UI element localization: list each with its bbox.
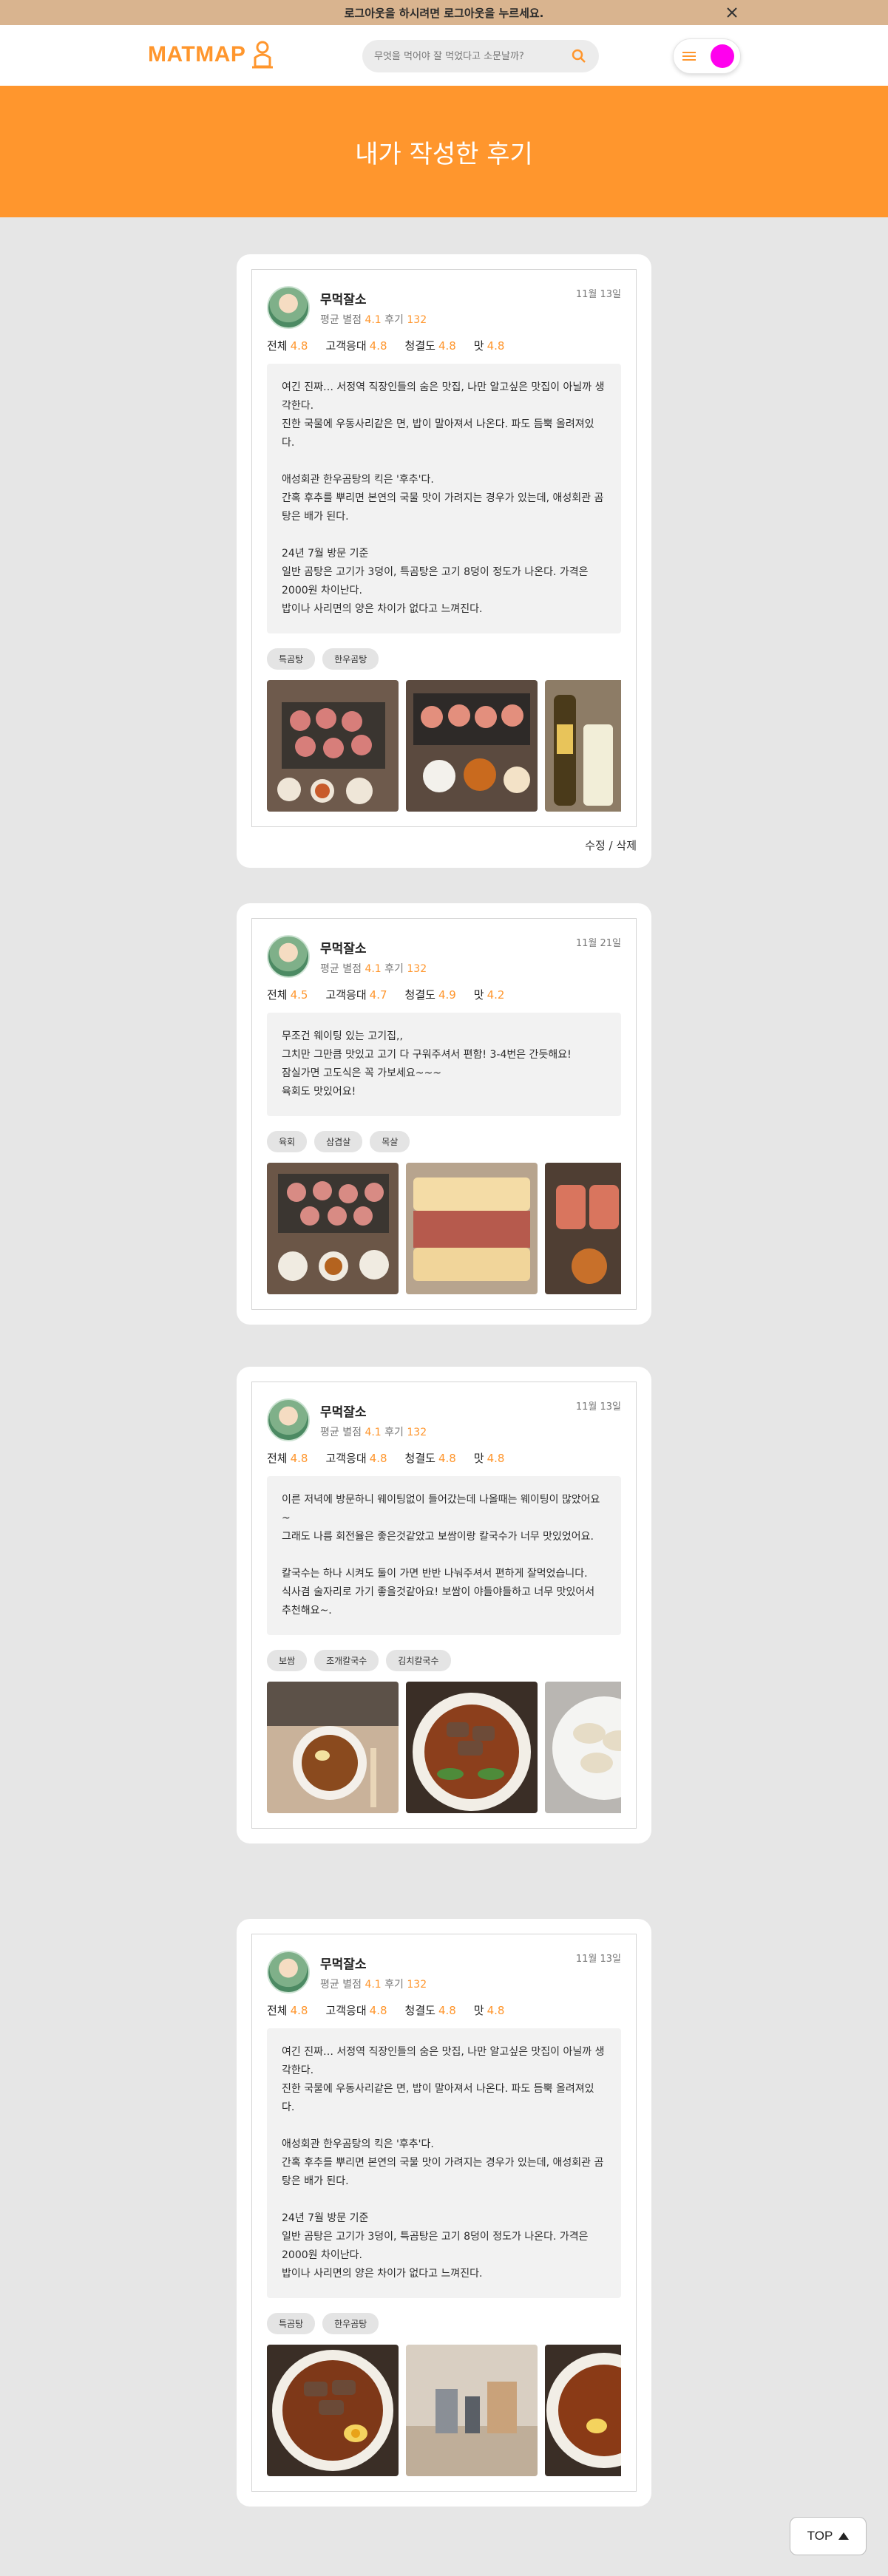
score-service: 고객응대 4.7 (325, 988, 387, 1002)
profile-avatar[interactable] (267, 935, 310, 978)
logo-text: MATMAP (148, 42, 246, 67)
review-content: 무조건 웨이팅 있는 고기집,, 그치만 그만큼 맛있고 고기 다 구워주셔서 … (267, 1013, 621, 1116)
search-icon[interactable] (571, 48, 587, 64)
site-logo[interactable]: MATMAP (148, 40, 275, 69)
scroll-to-top-button[interactable]: TOP (790, 2517, 867, 2555)
review-username[interactable]: 무먹잘소 (320, 938, 427, 956)
page-title: 내가 작성한 후기 (355, 139, 533, 169)
user-stats: 평균 별점 4.1 후기 132 (320, 1978, 427, 1991)
review-card: 무먹잘소 평균 별점 4.1 후기 132 11월 21일 전체 4.5 고객응대… (237, 903, 651, 1325)
menu-tag[interactable]: 보쌈 (267, 1650, 308, 1671)
score-service: 고객응대 4.8 (325, 1452, 387, 1465)
review-photos[interactable] (267, 1682, 621, 1813)
profile-avatar[interactable] (267, 286, 310, 329)
menu-tags: 특곰탕 한우곰탕 (267, 2313, 621, 2334)
menu-tag[interactable]: 특곰탕 (267, 2313, 316, 2334)
caret-up-icon (838, 2532, 850, 2540)
score-service: 고객응대 4.8 (325, 2004, 387, 2017)
score-total: 전체 4.5 (267, 988, 308, 1002)
grilled-meat-table-photo[interactable] (267, 680, 399, 812)
review-username[interactable]: 무먹잘소 (320, 1954, 427, 1972)
review-scores: 전체 4.8 고객응대 4.8 청결도 4.8 맛 4.8 (267, 1450, 621, 1466)
score-cleanliness: 청결도 4.8 (404, 1452, 456, 1465)
logout-notice-text: 로그아웃을 하시려면 로그아웃을 누르세요. (344, 6, 544, 20)
hamburger-menu-icon (682, 52, 696, 61)
review-card: 무먹잘소 평균 별점 4.1 후기 132 11월 13일 전체 4.8 고객응대… (237, 1919, 651, 2507)
pork-cutlet-set-photo[interactable] (545, 1163, 621, 1294)
beef-noodle-soup-photo[interactable] (406, 1682, 538, 1813)
score-total: 전체 4.8 (267, 2004, 308, 2017)
dumplings-photo[interactable] (545, 1682, 621, 1813)
review-content: 이른 저녁에 방문하니 웨이팅없이 들어갔는데 나올때는 웨이팅이 많았어요~ … (267, 1476, 621, 1635)
review-date: 11월 13일 (575, 289, 621, 300)
score-total: 전체 4.8 (267, 1452, 308, 1465)
score-service: 고객응대 4.8 (325, 339, 387, 353)
katsu-sandwich-photo[interactable] (406, 1163, 538, 1294)
beef-noodle-soup-photo[interactable] (545, 2345, 621, 2476)
review-scores: 전체 4.8 고객응대 4.8 청결도 4.8 맛 4.8 (267, 338, 621, 353)
avatar (711, 44, 734, 68)
menu-tag[interactable]: 한우곰탕 (322, 2313, 379, 2334)
review-card: 무먹잘소 평균 별점 4.1 후기 132 11월 13일 전체 4.8 고객응대… (237, 254, 651, 868)
restaurant-table-photo[interactable] (406, 2345, 538, 2476)
review-photos[interactable] (267, 680, 621, 812)
edit-button[interactable]: 수정 (585, 839, 606, 852)
menu-tag[interactable]: 육회 (267, 1131, 308, 1152)
pork-cutlet-set-photo[interactable] (406, 680, 538, 812)
menu-tags: 특곰탕 한우곰탕 (267, 648, 621, 670)
menu-tag[interactable]: 김치칼국수 (386, 1650, 451, 1671)
user-stats: 평균 별점 4.1 후기 132 (320, 962, 427, 975)
score-total: 전체 4.8 (267, 339, 308, 353)
score-taste: 맛 4.8 (473, 1452, 505, 1465)
review-scores: 전체 4.5 고객응대 4.7 청결도 4.9 맛 4.2 (267, 987, 621, 1002)
page-hero-banner: 내가 작성한 후기 (0, 86, 888, 217)
review-card: 무먹잘소 평균 별점 4.1 후기 132 11월 13일 전체 4.8 고객응대… (237, 1367, 651, 1843)
review-scores: 전체 4.8 고객응대 4.8 청결도 4.8 맛 4.8 (267, 2002, 621, 2018)
review-actions: 수정 / 삭제 (585, 839, 637, 852)
close-icon[interactable] (724, 4, 740, 21)
map-pin-person-icon (252, 41, 274, 69)
menu-tag[interactable]: 조개칼국수 (314, 1650, 379, 1671)
top-button-label: TOP (807, 2529, 833, 2543)
site-header: MATMAP (0, 25, 888, 86)
score-cleanliness: 청결도 4.8 (404, 339, 456, 353)
score-taste: 맛 4.8 (473, 2004, 505, 2017)
score-taste: 맛 4.8 (473, 339, 505, 353)
menu-tag[interactable]: 한우곰탕 (322, 648, 379, 670)
menu-tag[interactable]: 목살 (370, 1131, 410, 1152)
review-username[interactable]: 무먹잘소 (320, 1401, 427, 1420)
menu-tag[interactable]: 삼겹살 (314, 1131, 363, 1152)
search-input[interactable] (374, 50, 571, 62)
score-cleanliness: 청결도 4.8 (404, 2004, 456, 2017)
menu-tags: 보쌈 조개칼국수 김치칼국수 (267, 1650, 621, 1671)
profile-avatar[interactable] (267, 1399, 310, 1441)
logout-notice-bar: 로그아웃을 하시려면 로그아웃을 누르세요. (0, 0, 888, 25)
bottle-drinks-photo[interactable] (545, 680, 621, 812)
review-date: 11월 13일 (575, 1954, 621, 1965)
review-photos[interactable] (267, 1163, 621, 1294)
menu-tag[interactable]: 특곰탕 (267, 648, 316, 670)
grilled-meat-table-photo[interactable] (267, 1163, 399, 1294)
score-cleanliness: 청결도 4.9 (404, 988, 456, 1002)
user-menu-button[interactable] (673, 38, 741, 74)
review-date: 11월 21일 (575, 938, 621, 949)
user-stats: 평균 별점 4.1 후기 132 (320, 313, 427, 326)
search-bar (362, 40, 599, 72)
user-stats: 평균 별점 4.1 후기 132 (320, 1426, 427, 1438)
score-taste: 맛 4.2 (473, 988, 505, 1002)
review-photos[interactable] (267, 2345, 621, 2476)
beef-noodle-soup-photo[interactable] (267, 2345, 399, 2476)
review-content: 여긴 진짜… 서정역 직장인들의 숨은 맛집, 나만 알고싶은 맛집이 아닐까 … (267, 2028, 621, 2298)
profile-avatar[interactable] (267, 1951, 310, 1994)
review-date: 11월 13일 (575, 1401, 621, 1413)
review-content: 여긴 진짜… 서정역 직장인들의 숨은 맛집, 나만 알고싶은 맛집이 아닐까 … (267, 364, 621, 633)
noodle-soup-table-photo[interactable] (267, 1682, 399, 1813)
delete-button[interactable]: 삭제 (616, 839, 637, 852)
menu-tags: 육회 삼겹살 목살 (267, 1131, 621, 1152)
review-username[interactable]: 무먹잘소 (320, 289, 427, 307)
